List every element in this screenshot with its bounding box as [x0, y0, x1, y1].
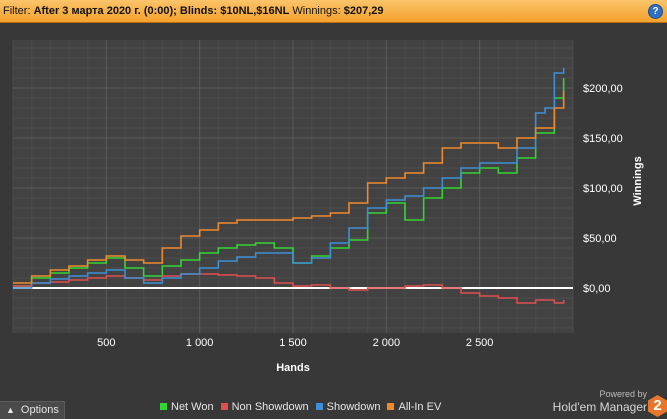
legend-swatch [387, 402, 395, 410]
branding: Powered by Hold'em Manager [553, 389, 647, 414]
help-icon[interactable]: ? [648, 4, 663, 19]
legend-item-non-showdown[interactable]: Non Showdown [220, 401, 309, 413]
y-axis-label: Winnings [632, 156, 644, 205]
filter-label: Filter: [3, 5, 31, 17]
options-label: Options [20, 404, 59, 416]
x-axis-ticks: 500 1 000 1 500 2 000 2 500 [97, 337, 493, 349]
filter-value: After 3 марта 2020 г. (0:00); Blinds: $1… [33, 5, 290, 17]
brand-name: Hold'em Manager [552, 400, 647, 414]
legend-item-net-won[interactable]: Net Won [160, 401, 214, 413]
chevron-up-icon: ▲ [6, 405, 15, 415]
options-button[interactable]: ▲ Options [0, 401, 65, 419]
winnings-graph: 500 1 000 1 500 2 000 2 500 $0,00 $50,00 $100,… [12, 40, 644, 374]
legend-item-all-in-ev[interactable]: All-In EV [387, 401, 441, 413]
y-tick-label: $200,00 [583, 83, 623, 95]
legend-label: Showdown [326, 401, 381, 413]
legend-item-showdown[interactable]: Showdown [315, 401, 381, 413]
y-tick-label: $150,00 [583, 133, 623, 145]
filter-summary: Filter: After 3 марта 2020 г. (0:00); Bl… [3, 5, 384, 17]
y-tick-label: $0,00 [583, 283, 611, 295]
x-tick-label: 2 000 [373, 337, 401, 349]
x-axis-label: Hands [276, 362, 310, 374]
winnings-label: Winnings: [292, 5, 341, 17]
filter-bar: Filter: After 3 марта 2020 г. (0:00); Bl… [0, 0, 667, 23]
legend-swatch [315, 402, 323, 410]
y-tick-label: $50,00 [583, 233, 617, 245]
legend-swatch [160, 402, 167, 410]
winnings-value: $207,29 [343, 5, 384, 17]
x-tick-label: 500 [97, 337, 115, 349]
powered-by-text: Powered by [599, 389, 647, 399]
legend-swatch [220, 402, 228, 410]
legend-label: Non Showdown [231, 401, 309, 413]
legend-label: All-In EV [398, 401, 442, 413]
x-tick-label: 1 000 [186, 337, 214, 349]
x-tick-label: 2 500 [466, 337, 494, 349]
y-axis-ticks: $0,00 $50,00 $100,00 $150,00 $200,00 [583, 83, 623, 295]
legend: Net Won Non Showdown Showdown All-In EV [160, 401, 448, 413]
x-tick-label: 1 500 [279, 337, 307, 349]
legend-label: Net Won [171, 401, 214, 413]
y-tick-label: $100,00 [583, 183, 623, 195]
